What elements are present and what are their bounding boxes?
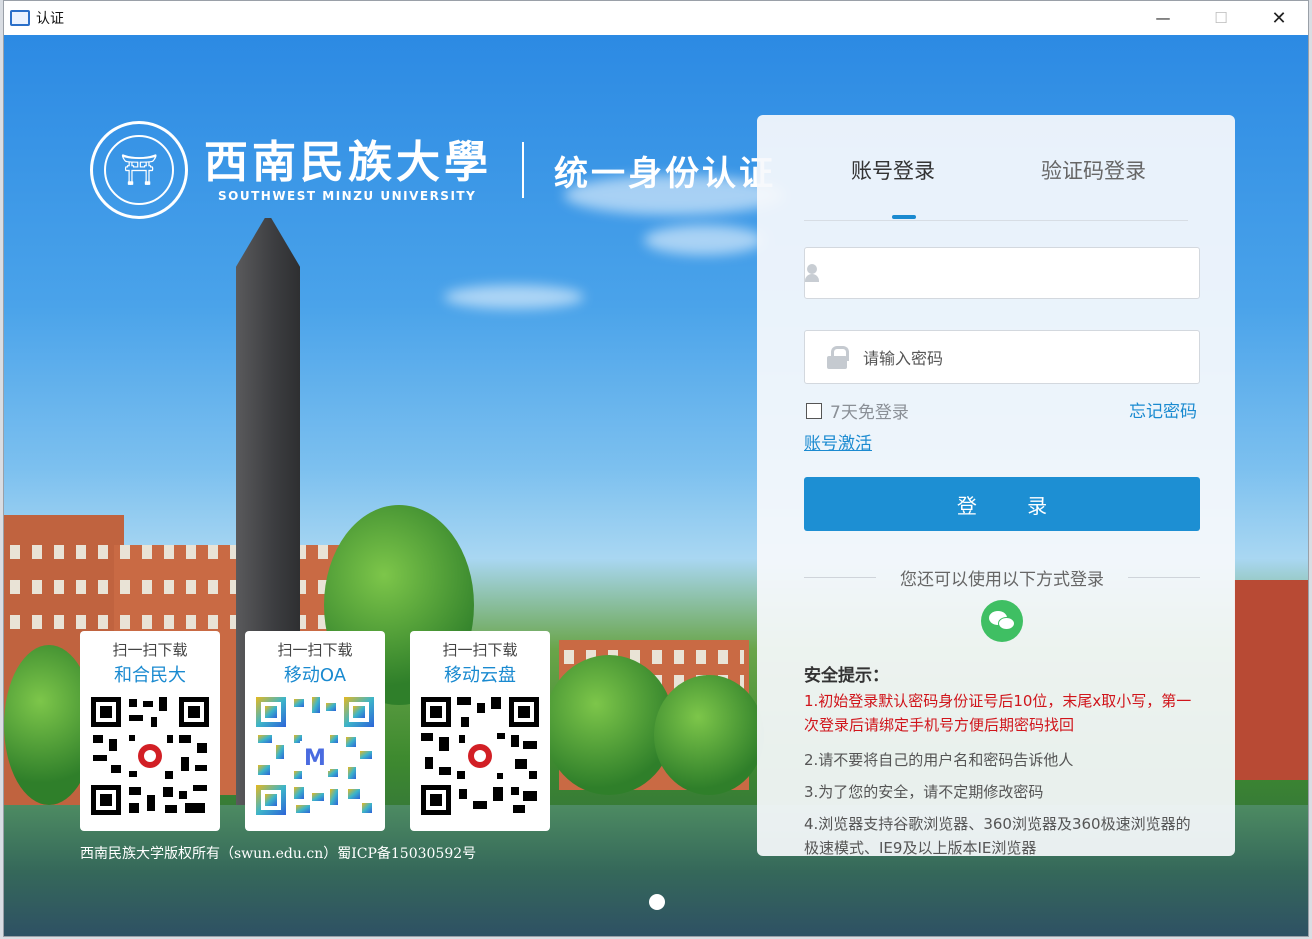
minimize-button[interactable]: — <box>1134 1 1192 35</box>
qr-app-name: 移动云盘 <box>444 665 516 686</box>
remember-me[interactable]: 7天免登录 <box>806 398 909 423</box>
university-logo: ⛩ 西南民族大學 SOUTHWEST MINZU UNIVERSITY 统一身份… <box>90 121 776 219</box>
window-title: 认证 <box>36 11 64 27</box>
security-tip: 2.请不要将自己的用户名和密码告诉他人 <box>804 751 1074 769</box>
qr-caption: 扫一扫下载 <box>277 641 353 659</box>
security-tip: 3.为了您的安全，请不定期修改密码 <box>804 783 1044 801</box>
qr-card-cloud: 扫一扫下载 移动云盘 <box>410 631 550 831</box>
tab-account-login[interactable]: 账号登录 <box>851 155 935 185</box>
university-name-en: SOUTHWEST MINZU UNIVERSITY <box>218 189 477 203</box>
wechat-login-icon[interactable] <box>981 600 1023 642</box>
university-name-cn: 西南民族大學 <box>204 137 492 188</box>
minimize-icon: — <box>1155 9 1171 27</box>
remember-checkbox[interactable] <box>806 402 822 419</box>
carousel-dot[interactable] <box>649 894 665 910</box>
password-input[interactable]: 请输入密码 <box>804 330 1200 384</box>
username-input[interactable] <box>804 247 1200 299</box>
forgot-password-link[interactable]: 忘记密码 <box>1129 397 1197 422</box>
building-right <box>1234 580 1308 780</box>
qr-code-icon <box>89 695 211 817</box>
university-emblem-icon: ⛩ <box>90 121 188 219</box>
login-panel: 账号登录 验证码登录 请输入密码 7天免登录 忘记密码 账号激活 登 录 您还可 <box>757 115 1235 856</box>
security-tips-title: 安全提示： <box>804 666 889 686</box>
alt-login-divider: 您还可以使用以下方式登录 <box>804 565 1200 590</box>
qr-app-name: 移动OA <box>283 665 347 686</box>
cloud <box>444 285 584 309</box>
remember-label: 7天免登录 <box>830 403 909 423</box>
logo-divider <box>522 142 524 198</box>
close-button[interactable]: ✕ <box>1250 1 1308 35</box>
maximize-button[interactable]: ☐ <box>1192 1 1250 35</box>
qr-caption: 扫一扫下载 <box>112 641 188 659</box>
svg-text:M: M <box>304 746 326 771</box>
login-button[interactable]: 登 录 <box>804 477 1200 531</box>
lock-icon <box>827 346 849 369</box>
title-bar: 认证 — ☐ ✕ <box>4 1 1308 35</box>
maximize-icon: ☐ <box>1214 9 1228 27</box>
qr-code-icon <box>419 695 541 817</box>
qr-app-name: 和合民大 <box>114 665 186 686</box>
qr-code-icon: M <box>254 695 376 817</box>
campus-background: ⛩ 西南民族大學 SOUTHWEST MINZU UNIVERSITY 统一身份… <box>4 35 1308 936</box>
security-tip: 1.初始登录默认密码身份证号后10位，末尾x取小写，第一次登录后请绑定手机号方便… <box>804 692 1192 734</box>
password-placeholder: 请输入密码 <box>863 349 944 368</box>
cloud <box>644 225 764 255</box>
window-app-icon <box>10 10 30 26</box>
security-tip: 4.浏览器支持谷歌浏览器、360浏览器及360极速浏览器的极速模式、IE9及以上… <box>804 815 1191 856</box>
tab-divider <box>804 220 1188 221</box>
system-name: 统一身份认证 <box>554 153 776 194</box>
qr-card-hehe: 扫一扫下载 和合民大 <box>80 631 220 831</box>
auth-window: 认证 — ☐ ✕ ⛩ 西南民族大學 SOUTHWEST MINZU UNIVER… <box>3 0 1309 937</box>
tree <box>654 675 764 795</box>
tab-code-login[interactable]: 验证码登录 <box>1041 155 1146 185</box>
alt-login-text: 您还可以使用以下方式登录 <box>900 570 1104 590</box>
qr-caption: 扫一扫下载 <box>442 641 518 659</box>
copyright-text: 西南民族大学版权所有（swun.edu.cn）蜀ICP备15030592号 <box>80 846 477 862</box>
active-tab-indicator <box>892 215 916 219</box>
user-icon <box>805 262 819 284</box>
qr-card-oa: 扫一扫下载 移动OA M <box>245 631 385 831</box>
close-icon: ✕ <box>1271 7 1287 29</box>
account-activate-link[interactable]: 账号激活 <box>804 429 872 454</box>
